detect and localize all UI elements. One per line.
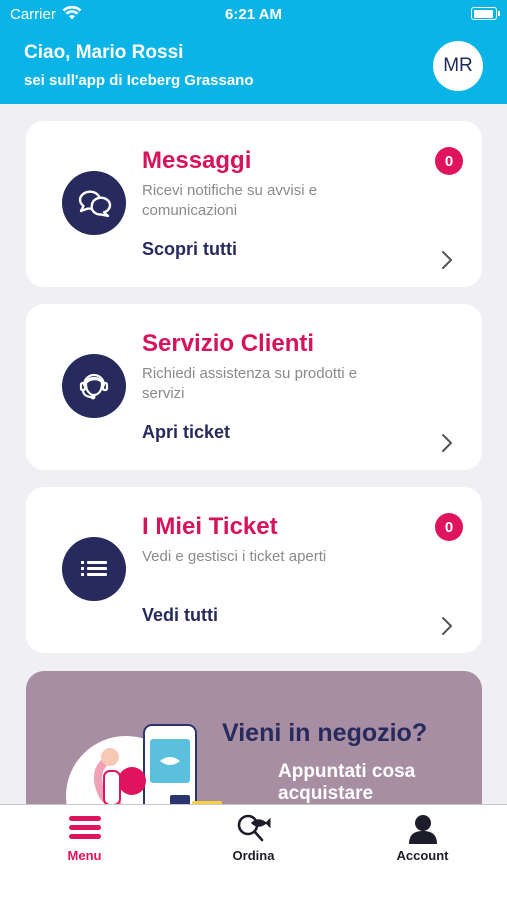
shopping-illustration xyxy=(66,701,236,804)
see-all-tickets-link[interactable]: Vedi tutti xyxy=(142,605,218,626)
tab-label: Menu xyxy=(67,848,102,863)
store-promo-banner[interactable]: Vieni in negozio? Appuntati cosa acquist… xyxy=(26,671,482,804)
card-title: I Miei Ticket xyxy=(142,513,278,540)
user-icon xyxy=(338,813,507,845)
chevron-right-icon[interactable] xyxy=(440,249,454,276)
see-all-messages-link[interactable]: Scopri tutti xyxy=(142,239,237,260)
clock: 6:21 AM xyxy=(225,6,282,23)
tab-bar: Menu Ordina Account xyxy=(0,804,507,900)
battery-icon xyxy=(471,7,500,20)
tickets-count-badge: 0 xyxy=(435,513,463,541)
tab-account[interactable]: Account xyxy=(338,805,507,900)
chat-bubbles-icon xyxy=(62,171,126,235)
card-description: Ricevi notifiche su avvisi e comunicazio… xyxy=(142,182,318,219)
open-ticket-link[interactable]: Apri ticket xyxy=(142,422,230,443)
search-fish-icon xyxy=(169,813,338,845)
promo-title: Vieni in negozio? xyxy=(222,719,428,747)
card-description: Richiedi assistenza su prodotti e serviz… xyxy=(142,365,358,402)
my-tickets-card[interactable]: I Miei Ticket 0 Vedi e gestisci i ticket… xyxy=(26,487,482,653)
tab-label: Account xyxy=(396,848,449,863)
chevron-right-icon[interactable] xyxy=(440,432,454,459)
card-title: Servizio Clienti xyxy=(142,330,315,357)
main-content: Messaggi 0 Ricevi notifiche su avvisi e … xyxy=(0,104,507,804)
customer-service-card[interactable]: Servizio Clienti Richiedi assistenza su … xyxy=(26,304,482,470)
list-icon xyxy=(62,537,126,601)
header-subtitle: sei sull'app di Iceberg Grassano xyxy=(24,72,254,89)
promo-subtitle: Appuntati cosa acquistare xyxy=(278,761,416,804)
app-header: Ciao, Mario Rossi sei sull'app di Iceber… xyxy=(0,28,507,104)
card-description: Vedi e gestisci i ticket aperti xyxy=(142,548,327,565)
avatar[interactable]: MR xyxy=(433,41,483,91)
status-bar: Carrier 6:21 AM xyxy=(0,0,507,28)
tab-menu[interactable]: Menu xyxy=(0,805,169,900)
chevron-right-icon[interactable] xyxy=(440,615,454,642)
card-title: Messaggi xyxy=(142,147,252,174)
tab-order[interactable]: Ordina xyxy=(169,805,338,900)
tab-label: Ordina xyxy=(232,848,275,863)
messages-count-badge: 0 xyxy=(435,147,463,175)
headset-agent-icon xyxy=(62,354,126,418)
menu-icon xyxy=(0,813,169,843)
messages-card[interactable]: Messaggi 0 Ricevi notifiche su avvisi e … xyxy=(26,121,482,287)
greeting: Ciao, Mario Rossi xyxy=(24,42,184,63)
